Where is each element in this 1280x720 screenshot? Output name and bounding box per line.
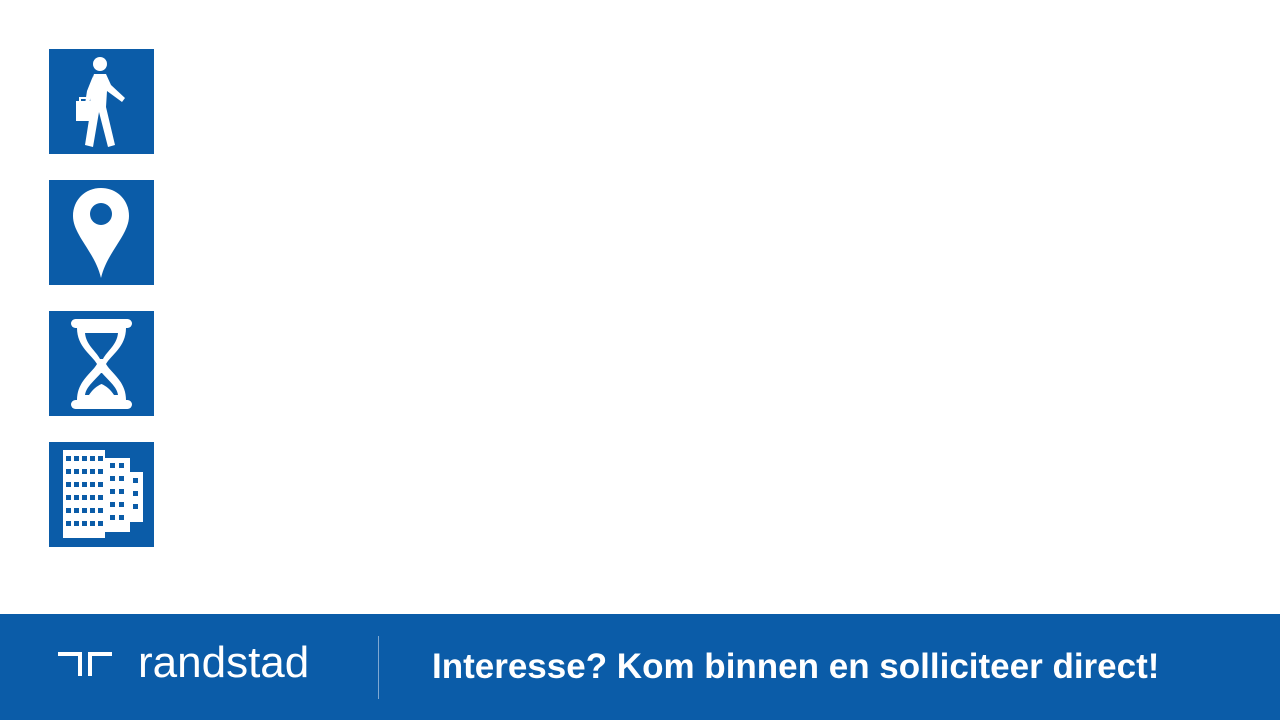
hours-tile: [49, 311, 154, 416]
randstad-logo-mark-icon: [58, 652, 112, 676]
buildings-icon: [63, 450, 143, 538]
map-pin-icon: [73, 188, 129, 278]
logo-wordmark: randstad: [138, 638, 310, 687]
hourglass-icon: [71, 319, 132, 409]
walking-person-tile: [49, 49, 154, 154]
walking-person-icon: [76, 57, 125, 147]
randstad-logo: randstad: [56, 638, 309, 688]
call-to-action-text: Interesse? Kom binnen en solliciteer dir…: [432, 647, 1160, 686]
footer-divider: [378, 636, 379, 699]
slide: randstad Interesse? Kom binnen en sollic…: [0, 0, 1280, 720]
company-tile: [49, 442, 154, 547]
location-tile: [49, 180, 154, 285]
